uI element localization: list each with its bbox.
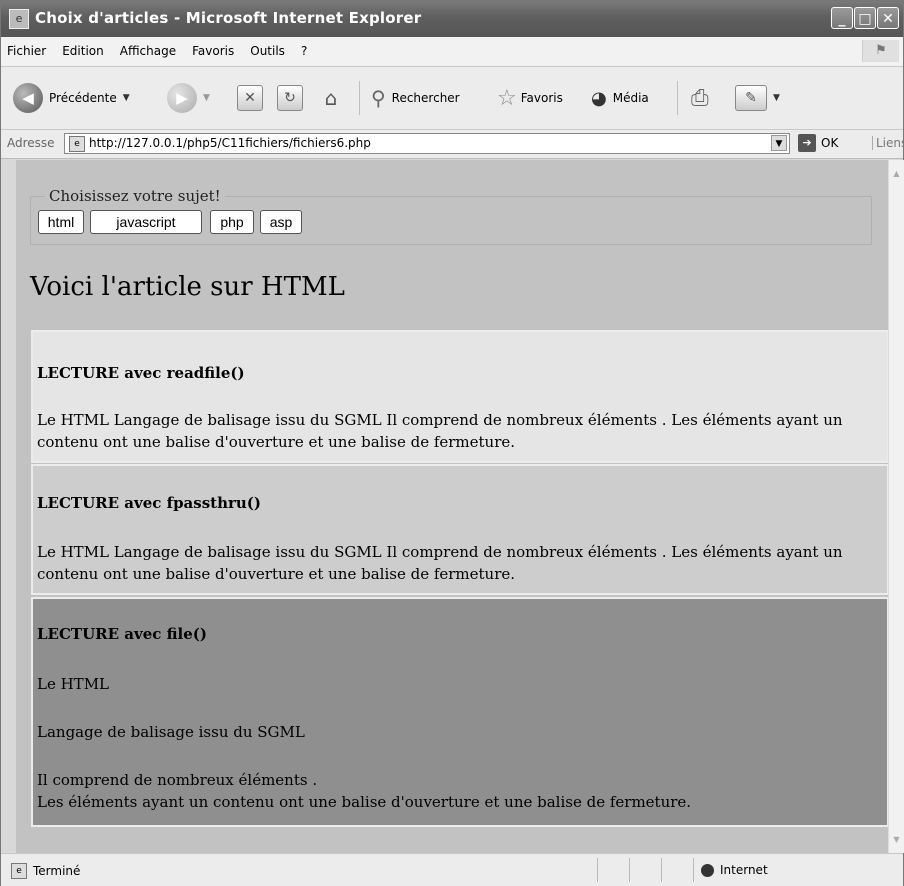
menu-favoris[interactable]: Favoris [184,37,242,66]
back-button[interactable]: ◀ Précédente ▼ [13,81,130,115]
file-line: Les éléments ayant un contenu ont une ba… [37,793,692,811]
forward-button[interactable]: ▶ ▼ [167,81,210,115]
toolbar-separator [359,81,360,115]
status-divider [693,858,694,882]
go-label: OK [821,136,839,150]
go-arrow-icon: ➔ [798,134,816,152]
go-button[interactable]: ➔ OK [798,134,838,152]
maximize-button[interactable]: □ [854,7,876,29]
section-readfile: LECTURE avec readfile() Le HTML Langage … [31,330,888,463]
file-line: Langage de balisage issu du SGML [37,723,305,741]
refresh-button[interactable]: ↻ [277,81,303,115]
section-title: LECTURE avec file() [37,625,207,643]
search-label: Rechercher [391,91,460,105]
menu-affichage[interactable]: Affichage [112,37,184,66]
forward-arrow-icon: ▶ [167,83,197,113]
status-divider [629,858,630,882]
globe-icon [701,863,714,877]
file-line: Le HTML [37,675,110,693]
search-icon: ⚲ [371,86,386,110]
subject-legend: Choisissez votre sujet! [49,187,221,205]
article-heading: Voici l'article sur HTML [30,272,345,302]
close-button[interactable]: ✕ [877,7,899,29]
address-dropdown-icon[interactable]: ▼ [771,135,787,151]
section-fpassthru: LECTURE avec fpassthru() Le HTML Langage… [31,464,888,595]
scroll-down-icon[interactable]: ▼ [891,834,902,845]
favorites-label: Favoris [520,91,563,105]
subject-button-asp[interactable]: asp [260,210,302,234]
media-button[interactable]: ◕ Média [591,81,649,115]
print-button[interactable]: ⎙ [691,81,709,115]
edit-button[interactable]: ✎ ▼ [735,81,780,115]
page-content: Choisissez votre sujet! html javascript … [16,160,888,853]
section-file: LECTURE avec file() Le HTML Langage de b… [31,597,888,827]
security-zone: Internet [701,863,768,877]
stop-button[interactable]: ✕ [237,81,263,115]
menu-help[interactable]: ? [293,37,315,66]
home-icon: ⌂ [324,86,338,110]
address-url[interactable]: http://127.0.0.1/php5/C11fichiers/fichie… [89,136,371,150]
search-button[interactable]: ⚲ Rechercher [371,81,460,115]
edit-icon: ✎ [735,85,767,111]
section-text: Le HTML Langage de balisage issu du SGML… [37,411,843,451]
refresh-icon: ↻ [277,85,303,111]
status-text-area: e Terminé [11,863,80,879]
media-label: Média [612,91,649,105]
section-title: LECTURE avec fpassthru() [37,494,262,512]
forward-dropdown-icon[interactable]: ▼ [203,93,210,103]
status-divider [661,858,662,882]
subject-button-javascript[interactable]: javascript [90,210,202,234]
address-label: Adresse [7,136,55,150]
favorites-star-icon: ☆ [497,85,517,111]
status-text: Terminé [33,864,81,878]
menu-edition[interactable]: Edition [54,37,112,66]
address-bar: Adresse e http://127.0.0.1/php5/C11fichi… [1,130,904,159]
zone-label: Internet [720,863,768,877]
menu-outils[interactable]: Outils [242,37,293,66]
standard-toolbar: ◀ Précédente ▼ ▶ ▼ ✕ ↻ ⌂ ⚲ Rechercher ☆ … [1,67,903,130]
printer-icon: ⎙ [691,85,709,111]
page-icon: e [69,136,85,152]
scroll-up-icon[interactable]: ▲ [891,168,902,179]
subject-button-html[interactable]: html [38,210,84,234]
menu-fichier[interactable]: Fichier [1,37,54,66]
edit-dropdown-icon[interactable]: ▼ [773,93,780,103]
address-field[interactable]: e http://127.0.0.1/php5/C11fichiers/fich… [64,133,790,154]
title-bar[interactable]: e Choix d'articles - Microsoft Internet … [1,1,903,37]
window-title: Choix d'articles - Microsoft Internet Ex… [35,9,422,27]
back-dropdown-icon[interactable]: ▼ [123,93,130,103]
back-label: Précédente [49,91,117,105]
menu-bar: Fichier Edition Affichage Favoris Outils? ⚑ [1,37,903,67]
ie-page-icon: e [9,9,29,29]
section-text: Le HTML Langage de balisage issu du SGML… [37,543,843,583]
subject-button-php[interactable]: php [210,210,254,234]
section-title: LECTURE avec readfile() [37,364,245,382]
windows-logo-icon: ⚑ [862,40,899,62]
status-divider [597,858,598,882]
toolbar-separator [677,81,678,115]
vertical-scrollbar[interactable]: ▲ ▼ [888,160,904,853]
status-bar: e Terminé Internet [1,853,903,886]
back-arrow-icon: ◀ [13,83,43,113]
browser-window: e Choix d'articles - Microsoft Internet … [0,0,904,886]
minimize-button[interactable]: _ [831,7,853,29]
file-line: Il comprend de nombreux éléments . [37,771,318,789]
links-label[interactable]: Liens [872,136,904,150]
stop-icon: ✕ [237,85,263,111]
media-icon: ◕ [591,87,607,109]
page-done-icon: e [11,863,27,879]
home-button[interactable]: ⌂ [319,81,343,115]
favorites-button[interactable]: ☆ Favoris [497,81,563,115]
